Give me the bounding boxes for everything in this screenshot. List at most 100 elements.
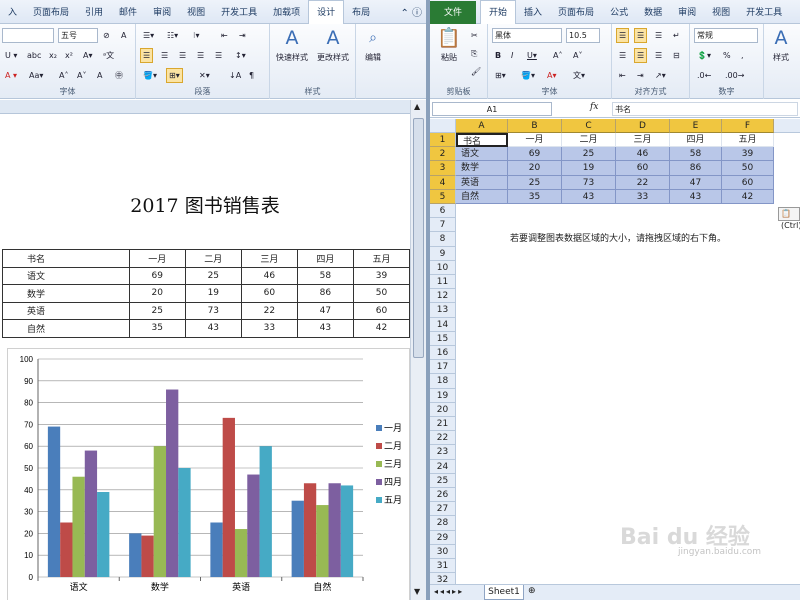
line-spacing-icon[interactable]: ↕▾ [232, 48, 249, 63]
table-cell[interactable]: 39 [352, 266, 411, 285]
word-tab-4[interactable]: 审阅 [145, 1, 179, 25]
cell[interactable]: 22 [616, 175, 670, 190]
cell[interactable]: 42 [722, 189, 774, 204]
justify-icon[interactable]: ☰ [194, 48, 207, 63]
cell[interactable]: 书名 [456, 133, 508, 148]
paste-button[interactable]: 📋 粘贴 [434, 26, 464, 63]
row-header[interactable]: 5 [430, 189, 456, 204]
row-header[interactable]: 8 [430, 232, 456, 247]
row-header[interactable]: 13 [430, 303, 456, 318]
col-header-C[interactable]: C [562, 119, 616, 133]
word-tab-0[interactable]: 入 [0, 1, 25, 25]
top-align-icon[interactable]: ☰ [616, 28, 630, 43]
row-header[interactable]: 4 [430, 175, 456, 190]
comma-icon[interactable]: , [738, 48, 747, 63]
change-styles-button[interactable]: A 更改样式 [314, 26, 352, 63]
excel-tab-6[interactable]: 审阅 [670, 1, 704, 25]
row-header[interactable]: 27 [430, 502, 456, 517]
enclose-char-icon[interactable]: ㊥ [112, 68, 126, 83]
char-border-icon[interactable]: A [118, 28, 129, 43]
scroll-up-icon[interactable]: ▲ [414, 102, 420, 111]
cell[interactable]: 四月 [670, 133, 722, 148]
font-color-icon[interactable]: A ▾ [2, 68, 20, 83]
formula-input[interactable]: 书名 [612, 102, 798, 116]
shading-icon[interactable]: 🪣▾ [140, 68, 160, 83]
excel-tab-4[interactable]: 公式 [602, 1, 636, 25]
row-header[interactable]: 28 [430, 516, 456, 531]
multilevel-icon[interactable]: ⁝▾ [190, 28, 203, 43]
table-cell[interactable]: 50 [352, 284, 411, 303]
cell[interactable]: 语文 [456, 147, 508, 162]
excel-center-icon[interactable]: ☰ [634, 48, 648, 63]
cell[interactable]: 43 [670, 189, 722, 204]
table-header-cell[interactable]: 三月 [240, 249, 298, 268]
percent-icon[interactable]: % [720, 48, 734, 63]
font-size-combo[interactable]: 五号 [58, 28, 98, 43]
align-center-icon[interactable]: ☰ [158, 48, 171, 63]
phonetic-guide-icon[interactable]: 文▾ [570, 68, 588, 83]
cell[interactable]: 43 [562, 189, 616, 204]
row-header[interactable]: 18 [430, 374, 456, 389]
row-header[interactable]: 16 [430, 346, 456, 361]
subscript-icon[interactable]: x₂ [46, 48, 60, 63]
table-header-cell[interactable]: 书名 [2, 249, 130, 268]
cell[interactable]: 73 [562, 175, 616, 190]
increase-decimal-icon[interactable]: .0← [694, 68, 714, 83]
italic-icon[interactable]: I [508, 48, 516, 63]
cell[interactable]: 19 [562, 161, 616, 176]
row-header[interactable]: 21 [430, 417, 456, 432]
row-header[interactable]: 26 [430, 488, 456, 503]
cell[interactable]: 69 [508, 147, 562, 162]
borders-icon[interactable]: ⊞▾ [166, 68, 183, 83]
cell[interactable]: 一月 [508, 133, 562, 148]
row-header[interactable]: 2 [430, 147, 456, 162]
row-header[interactable]: 6 [430, 204, 456, 219]
cell[interactable]: 60 [616, 161, 670, 176]
grow-font-icon-xl[interactable]: A˄ [550, 48, 565, 63]
name-box[interactable]: A1 [432, 102, 552, 116]
cell[interactable]: 39 [722, 147, 774, 162]
row-header[interactable]: 23 [430, 445, 456, 460]
cell[interactable]: 35 [508, 189, 562, 204]
excel-tab-5[interactable]: 数据 [636, 1, 670, 25]
word-tab-2[interactable]: 引用 [77, 1, 111, 25]
table-cell[interactable]: 22 [240, 301, 298, 320]
font-name-combo[interactable] [2, 28, 54, 43]
column-chart[interactable]: 0 10 20 30 40 50 60 70 80 90 100 语文 数学 英语 自然 一月二月三月四月五月 [8, 349, 411, 600]
word-vertical-scrollbar[interactable]: ▲ ▼ [410, 100, 426, 600]
decrease-decimal-icon[interactable]: .00→ [722, 68, 747, 83]
asian-layout-icon[interactable]: ✕▾ [196, 68, 213, 83]
row-header[interactable]: 20 [430, 402, 456, 417]
word-scroll-thumb[interactable] [413, 118, 424, 358]
decrease-indent-icon[interactable]: ⇤ [218, 28, 231, 43]
align-right-icon[interactable]: ☰ [176, 48, 189, 63]
merge-icon[interactable]: ⊟ [670, 48, 683, 63]
cell[interactable]: 数学 [456, 161, 508, 176]
worksheet-grid[interactable]: 若要调整图表数据区域的大小，请拖拽区域的右下角。 📋(Ctrl) Bai du … [430, 119, 800, 584]
horizontal-ruler[interactable] [0, 100, 410, 114]
cell[interactable]: 50 [722, 161, 774, 176]
excel-font-size[interactable]: 10.5 [566, 28, 600, 43]
row-header[interactable]: 15 [430, 331, 456, 346]
quick-styles-button[interactable]: A 快速样式 [274, 26, 310, 63]
table-cell[interactable]: 20 [128, 284, 186, 303]
excel-tab-7[interactable]: 视图 [704, 1, 738, 25]
select-all-corner[interactable] [430, 119, 456, 133]
align-left-icon[interactable]: ☰ [140, 48, 154, 63]
bullets-icon[interactable]: ☰▾ [140, 28, 157, 43]
edit-button[interactable]: ⌕ 编辑 [358, 26, 388, 63]
col-header-D[interactable]: D [616, 119, 670, 133]
excel-font-name[interactable]: 黑体 [492, 28, 562, 43]
word-tab-3[interactable]: 邮件 [111, 1, 145, 25]
paste-options-button[interactable]: 📋 (Ctrl) [778, 207, 800, 230]
excel-font-color-icon[interactable]: A▾ [544, 68, 560, 83]
excel-tab-0[interactable]: 文件 [430, 1, 477, 25]
cell[interactable]: 25 [508, 175, 562, 190]
cell[interactable]: 86 [670, 161, 722, 176]
format-painter-icon[interactable]: 🖌 [468, 64, 484, 79]
bold-icon[interactable]: B [492, 48, 504, 63]
show-marks-icon[interactable]: ¶ [246, 68, 257, 83]
cell[interactable]: 47 [670, 175, 722, 190]
row-header[interactable]: 32 [430, 573, 456, 584]
table-header-cell[interactable]: 四月 [296, 249, 354, 268]
